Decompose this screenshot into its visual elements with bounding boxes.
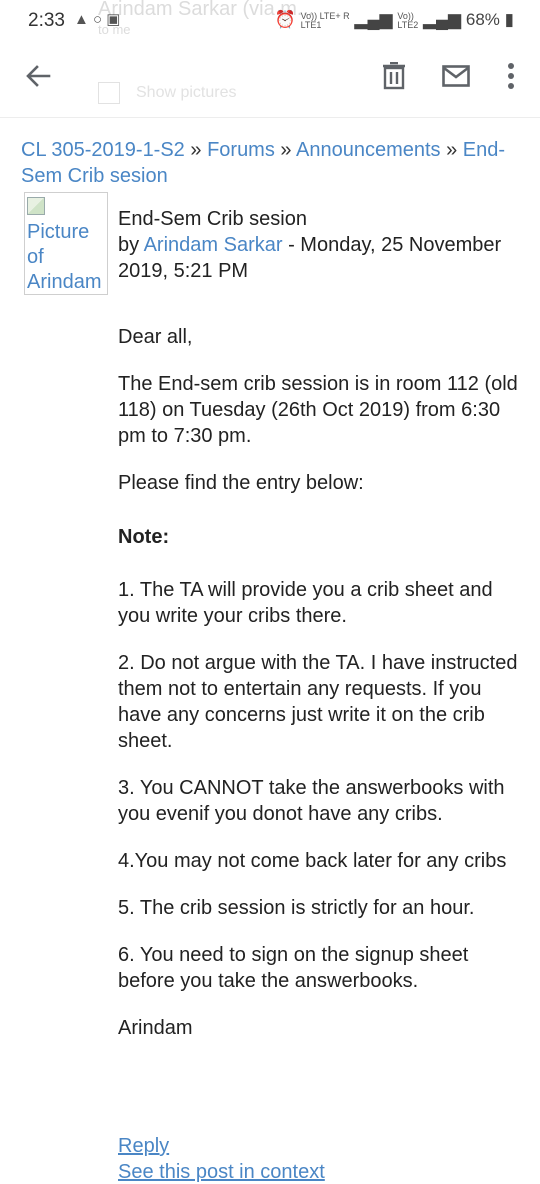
note-item: 1. The TA will provide you a crib sheet … (118, 579, 493, 627)
greeting: Dear all, (118, 326, 193, 348)
author-avatar[interactable]: Picture of Arindam Sarkar (24, 192, 108, 295)
back-arrow-icon[interactable] (18, 56, 58, 96)
signature: Arindam (118, 1017, 193, 1039)
message-body: Dear all, The End-sem crib session is in… (118, 324, 518, 1041)
author-link[interactable]: Arindam Sarkar (144, 234, 283, 256)
status-bar: 2:33 ▲ ○ ▣ ⏰ Vo)) LTE+ R LTE1 ▂▄▆ Vo)) LTE… (0, 0, 540, 44)
mark-unread-icon[interactable] (436, 56, 476, 96)
note-heading: Note: (118, 526, 170, 548)
breadcrumb-course-link[interactable]: CL 305-2019-1-S2 (21, 139, 185, 161)
post-subject: End-Sem Crib sesion (118, 208, 307, 230)
breadcrumb-forums-link[interactable]: Forums (207, 139, 275, 161)
breadcrumb-separator: » (280, 139, 292, 161)
byline-prefix: by (118, 234, 140, 256)
post-byline: by Arindam Sarkar - Monday, 25 November … (118, 232, 518, 284)
post-header: End-Sem Crib sesion by Arindam Sarkar - … (118, 206, 518, 284)
more-options-icon[interactable] (494, 56, 528, 96)
system-indicators: ⏰ Vo)) LTE+ R LTE1 ▂▄▆ Vo)) LTE2 ▂▄▆ 68% ▮ (275, 10, 514, 30)
breadcrumb-separator: » (190, 139, 202, 161)
note-item: 3. You CANNOT take the answerbooks with … (118, 777, 505, 825)
network-lte2: Vo)) LTE2 (397, 10, 419, 30)
toolbar-divider (0, 117, 540, 118)
note-item: 5. The crib session is strictly for an h… (118, 897, 475, 919)
email-toolbar (0, 44, 540, 114)
avatar-alt-text: Picture of Arindam Sarkar (27, 221, 102, 293)
network-lte1: Vo)) LTE+ R LTE1 (300, 10, 350, 30)
signal-icon: ▂▄▆ (354, 10, 393, 29)
paragraph-entry: Please find the entry below: (118, 472, 364, 494)
note-item: 6. You need to sign on the signup sheet … (118, 944, 469, 992)
breadcrumb-separator: » (446, 139, 458, 161)
clock: 2:33 (28, 10, 65, 31)
battery-icon: ▮ (504, 10, 514, 29)
see-in-context-link[interactable]: See this post in context (118, 1161, 325, 1184)
broken-image-icon (27, 197, 45, 215)
delete-icon[interactable] (374, 56, 414, 96)
notification-icons: ▲ ○ ▣ (74, 11, 121, 28)
note-item: 2. Do not argue with the TA. I have inst… (118, 652, 518, 752)
reply-link[interactable]: Reply (118, 1135, 169, 1158)
signal-icon: ▂▄▆ (422, 10, 462, 29)
note-item: 4.You may not come back later for any cr… (118, 850, 507, 872)
paragraph-room: The End-sem crib session is in room 112 … (118, 373, 518, 447)
alarm-icon: ⏰ (274, 10, 296, 29)
breadcrumb-announcements-link[interactable]: Announcements (296, 139, 441, 161)
breadcrumb: CL 305-2019-1-S2 » Forums » Announcement… (21, 137, 521, 189)
battery-percent: 68% (465, 10, 500, 29)
